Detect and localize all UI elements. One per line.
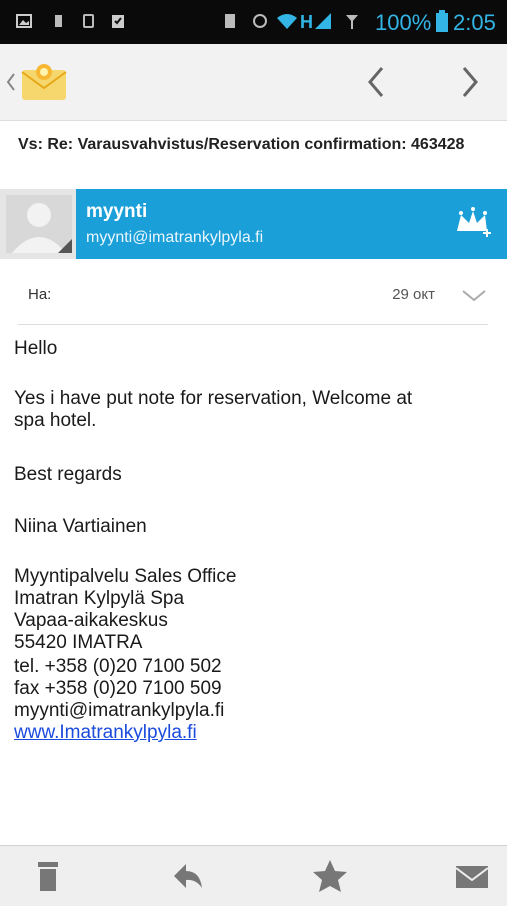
divider [18,324,488,325]
back-chevron-icon [6,73,15,91]
bottom-action-bar [0,845,507,906]
message-subject: Vs: Re: Varausvahvistus/Reservation conf… [18,136,465,153]
sender-info[interactable]: myynti myynti@imatrankylpyla.fi [76,189,507,259]
body-regards: Best regards [14,464,122,485]
sd-card-icon [225,14,235,28]
action-bar [0,44,507,121]
to-label: Ha: [28,286,52,303]
expand-details-icon[interactable] [461,288,487,304]
signature-line: Vapaa-aikakeskus [14,610,168,631]
clock: 2:05 [453,10,496,35]
phone-notification-icon [83,14,94,28]
body-greeting: Hello [14,338,58,359]
next-icon[interactable] [450,62,490,102]
signature-line: 55420 IMATRA [14,632,143,653]
clipboard-notification-icon [112,15,124,28]
recipient-row[interactable]: Ha: 29 окт [0,266,507,324]
contact-placeholder-icon [12,203,72,253]
signature-email: myynti@imatrankylpyla.fi [14,700,225,721]
star-icon[interactable] [310,858,350,894]
body-line: spa hotel. [14,410,97,431]
up-navigation[interactable] [6,58,76,106]
sync-icon [253,14,267,28]
sender-email: myynti@imatrankylpyla.fi [86,229,264,246]
mark-unread-icon[interactable] [452,858,492,894]
battery-icon [436,10,448,32]
website-link-text[interactable]: www.Imatrankylpyla.fi [14,722,197,743]
network-type-label: H [300,12,313,32]
reply-icon[interactable] [168,858,208,894]
body-line: Yes i have put note for reservation, Wel… [14,388,413,409]
data-signal-icon [346,15,358,29]
body-name: Niina Vartiainen [14,516,147,537]
signature-line: fax +358 (0)20 7100 509 [14,678,222,699]
previous-icon[interactable] [358,62,398,102]
signature-line: Imatran Kylpylä Spa [14,588,185,609]
signature-line: Myyntipalvelu Sales Office [14,566,237,587]
gallery-notification-icon [16,14,32,28]
website-link[interactable]: www.Imatrankylpyla.fi [14,722,197,744]
sender-header[interactable]: myynti myynti@imatrankylpyla.fi [0,189,507,259]
sender-name: myynti [86,201,148,222]
signature-line: tel. +358 (0)20 7100 502 [14,656,222,677]
battery-percent: 100% [375,10,432,35]
delete-icon[interactable] [28,858,68,894]
add-contact-crown-icon[interactable] [453,203,493,243]
status-bar: H 100% 2:05 [0,0,507,44]
sim-notification-icon [55,15,62,27]
email-app-icon [21,64,67,100]
wifi-icon [277,14,297,29]
message-date: 29 окт [392,286,435,303]
avatar[interactable] [6,195,72,253]
signal-icon [315,13,331,29]
